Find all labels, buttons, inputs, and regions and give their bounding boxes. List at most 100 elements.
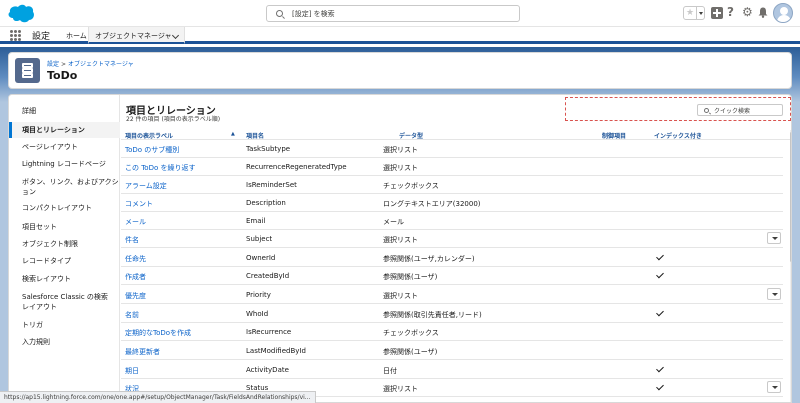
avatar[interactable]	[773, 3, 793, 23]
field-label-link[interactable]: アラーム設定	[125, 181, 167, 191]
checkmark-icon	[655, 382, 665, 392]
field-api-name: IsRecurrence	[246, 328, 292, 336]
field-label-link[interactable]: 名前	[125, 310, 139, 320]
field-label-link[interactable]: 最終更新者	[125, 347, 160, 357]
sidebar-item-buttons-links-actions[interactable]: ボタン、リンク、およびアクション	[9, 177, 120, 197]
object-sidebar: 詳細 項目とリレーション ページレイアウト Lightning レコードページ …	[9, 95, 120, 402]
chevron-down-icon[interactable]	[696, 7, 704, 19]
browser-status-bar: https://ap15.lightning.force.com/one/one…	[0, 391, 316, 403]
field-api-name: ActivityDate	[246, 366, 289, 374]
breadcrumb-setup-link[interactable]: 設定	[47, 61, 59, 68]
quick-search-placeholder: クイック検索	[714, 108, 751, 115]
section-subtitle: 22 件の項目 (項目の表示ラベル順)	[126, 116, 221, 123]
checkmark-icon	[655, 308, 665, 318]
sidebar-item-details[interactable]: 詳細	[9, 106, 120, 116]
breadcrumb-object-manager-link[interactable]: オブジェクトマネージャ	[68, 61, 134, 68]
field-data-type: チェックボックス	[383, 329, 439, 337]
column-header-indexed[interactable]: インデックス付き	[654, 131, 702, 140]
row-action-dropdown[interactable]	[767, 381, 781, 393]
sidebar-item-compact-layouts[interactable]: コンパクトレイアウト	[9, 203, 120, 213]
field-data-type: メール	[383, 218, 404, 226]
app-nav-bar: 設定 ホーム オブジェクトマネージャ	[0, 27, 800, 44]
global-search-input[interactable]: [設定] を検索	[266, 5, 520, 22]
global-header: [設定] を検索 ★ ? ⚙	[0, 0, 800, 27]
help-icon[interactable]: ?	[727, 5, 734, 19]
quick-search-highlight: クイック検索	[565, 97, 791, 121]
sidebar-item-lightning-record-pages[interactable]: Lightning レコードページ	[9, 159, 120, 169]
field-api-name: WhoId	[246, 310, 269, 318]
table-row: ToDo のサブ種別 TaskSubtype 選択リスト	[121, 140, 783, 158]
field-api-name: TaskSubtype	[246, 145, 291, 153]
favorites-button[interactable]: ★	[683, 6, 705, 20]
field-data-type: 選択リスト	[383, 236, 418, 244]
row-action-dropdown[interactable]	[767, 232, 781, 244]
quick-search-input[interactable]: クイック検索	[697, 104, 783, 116]
field-label-link[interactable]: 作成者	[125, 272, 146, 282]
scroll-thumb[interactable]	[790, 132, 791, 262]
tab-object-manager[interactable]: オブジェクトマネージャ	[88, 27, 185, 44]
sidebar-item-object-limits[interactable]: オブジェクト制限	[9, 239, 120, 249]
bell-icon[interactable]	[758, 7, 768, 18]
field-label-link[interactable]: 期日	[125, 366, 139, 376]
column-header-label[interactable]: 項目の表示ラベル	[125, 131, 235, 140]
field-data-type: 参照関係(取引先責任者,リード)	[383, 311, 482, 319]
table-row: アラーム設定 IsReminderSet チェックボックス	[121, 176, 783, 194]
search-icon	[704, 108, 709, 113]
column-header-controlling-field[interactable]: 制御項目	[602, 131, 626, 140]
add-icon[interactable]	[711, 7, 723, 19]
field-data-type: 選択リスト	[383, 385, 418, 393]
field-api-name: CreatedById	[246, 272, 290, 280]
app-name: 設定	[32, 32, 51, 42]
salesforce-cloud-logo[interactable]	[7, 4, 35, 23]
field-api-name: RecurrenceRegeneratedType	[246, 163, 347, 171]
tab-object-manager-label: オブジェクトマネージャ	[95, 32, 172, 40]
table-row: 期日 ActivityDate 日付	[121, 361, 783, 379]
field-api-name: Priority	[246, 291, 271, 299]
gear-icon[interactable]: ⚙	[742, 5, 753, 19]
field-label-link[interactable]: メール	[125, 217, 146, 227]
table-row: 名前 WhoId 参照関係(取引先責任者,リード)	[121, 305, 783, 323]
search-placeholder: [設定] を検索	[292, 10, 335, 18]
field-label-link[interactable]: コメント	[125, 199, 153, 209]
table-row: 最終更新者 LastModifiedById 参照関係(ユーザ)	[121, 342, 783, 360]
field-api-name: Subject	[246, 235, 273, 243]
checkmark-icon	[655, 364, 665, 374]
sidebar-item-record-types[interactable]: レコードタイプ	[9, 256, 120, 266]
column-header-data-type[interactable]: データ型	[399, 131, 423, 140]
sidebar-item-triggers[interactable]: トリガ	[9, 320, 120, 330]
fields-content: 項目とリレーション 22 件の項目 (項目の表示ラベル順) クイック検索 項目の…	[121, 95, 791, 402]
table-row: メール Email メール	[121, 212, 783, 230]
scrollbar[interactable]	[790, 130, 791, 402]
field-label-link[interactable]: 定期的なToDoを作成	[125, 328, 191, 338]
sidebar-item-page-layouts[interactable]: ページレイアウト	[9, 142, 120, 152]
row-action-dropdown[interactable]	[767, 288, 781, 300]
app-launcher-icon[interactable]	[10, 30, 21, 41]
field-label-link[interactable]: 件名	[125, 235, 139, 245]
field-data-type: 参照関係(ユーザ)	[383, 348, 438, 356]
table-row: 作成者 CreatedById 参照関係(ユーザ)	[121, 267, 783, 285]
field-label-link[interactable]: 優先度	[125, 291, 146, 301]
avatar-body	[777, 15, 791, 22]
sidebar-item-fields-relationships[interactable]: 項目とリレーション	[9, 122, 120, 138]
sidebar-item-validation-rules[interactable]: 入力規則	[9, 337, 120, 347]
sidebar-item-field-sets[interactable]: 項目セット	[9, 222, 120, 232]
main-panel: 詳細 項目とリレーション ページレイアウト Lightning レコードページ …	[8, 94, 792, 403]
field-api-name: IsReminderSet	[246, 181, 297, 189]
checkmark-icon	[655, 252, 665, 262]
field-api-name: LastModifiedById	[246, 347, 306, 355]
checkmark-icon	[655, 270, 665, 280]
chevron-down-icon[interactable]	[171, 31, 180, 40]
field-label-link[interactable]: ToDo のサブ種別	[125, 145, 179, 155]
field-label-link[interactable]: この ToDo を繰り返す	[125, 163, 196, 173]
page-header: 設定 > オブジェクトマネージャ ToDo	[8, 52, 792, 89]
favorites-star-icon: ★	[686, 8, 695, 18]
page-title: ToDo	[47, 69, 78, 82]
breadcrumb: 設定 > オブジェクトマネージャ	[47, 59, 134, 68]
sidebar-item-classic-search-layouts[interactable]: Salesforce Classic の検索レイアウト	[9, 292, 120, 312]
column-header-api-name[interactable]: 項目名	[246, 131, 264, 140]
field-label-link[interactable]: 任命先	[125, 254, 146, 264]
field-data-type: ロングテキストエリア(32000)	[383, 200, 481, 208]
sidebar-item-search-layouts[interactable]: 検索レイアウト	[9, 274, 120, 284]
table-row: 件名 Subject 選択リスト	[121, 230, 783, 248]
avatar-head	[780, 7, 788, 15]
